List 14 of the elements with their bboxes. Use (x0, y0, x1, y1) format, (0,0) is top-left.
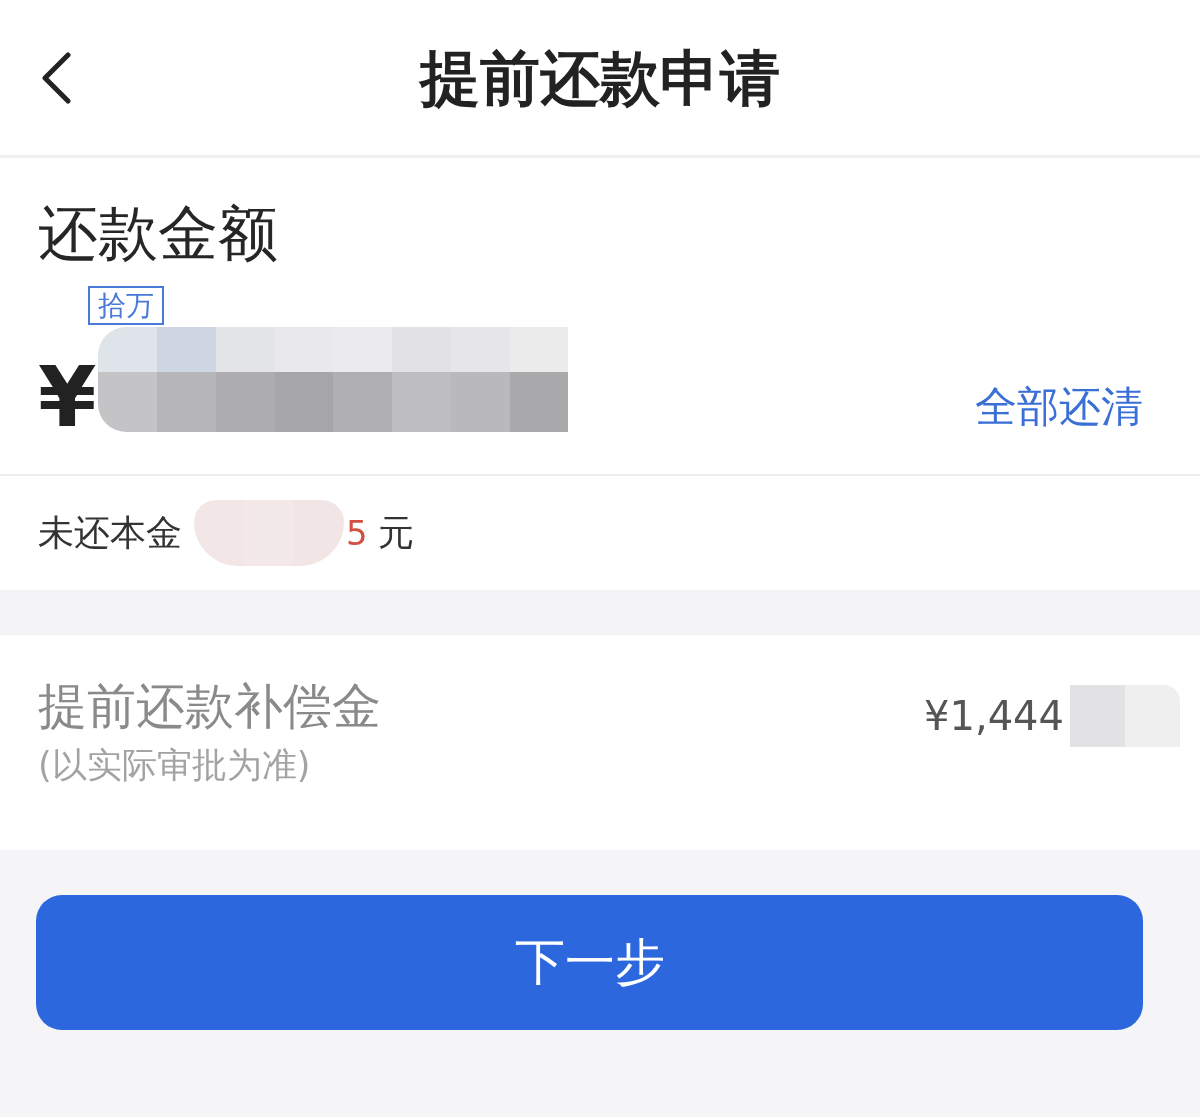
back-icon (40, 51, 72, 104)
compensation-label: 提前还款补偿金 (38, 679, 381, 736)
pay-all-link[interactable]: 全部还清 (975, 381, 1143, 432)
approval-note: (以实际审批为准) (38, 745, 311, 786)
principal-label: 未还本金 (38, 510, 182, 555)
compensation-amount: ¥1,444 (924, 693, 1064, 739)
currency-symbol: ¥ (38, 363, 97, 432)
next-button[interactable]: 下一步 (36, 895, 1143, 1030)
repayment-amount-label: 还款金额 (38, 200, 278, 266)
page-title: 提前还款申请 (420, 41, 780, 114)
currency-unit: 元 (377, 510, 414, 555)
principal-amount: 5 (346, 513, 368, 553)
back-button[interactable] (40, 51, 72, 104)
unit-badge: 拾万 (88, 286, 164, 325)
